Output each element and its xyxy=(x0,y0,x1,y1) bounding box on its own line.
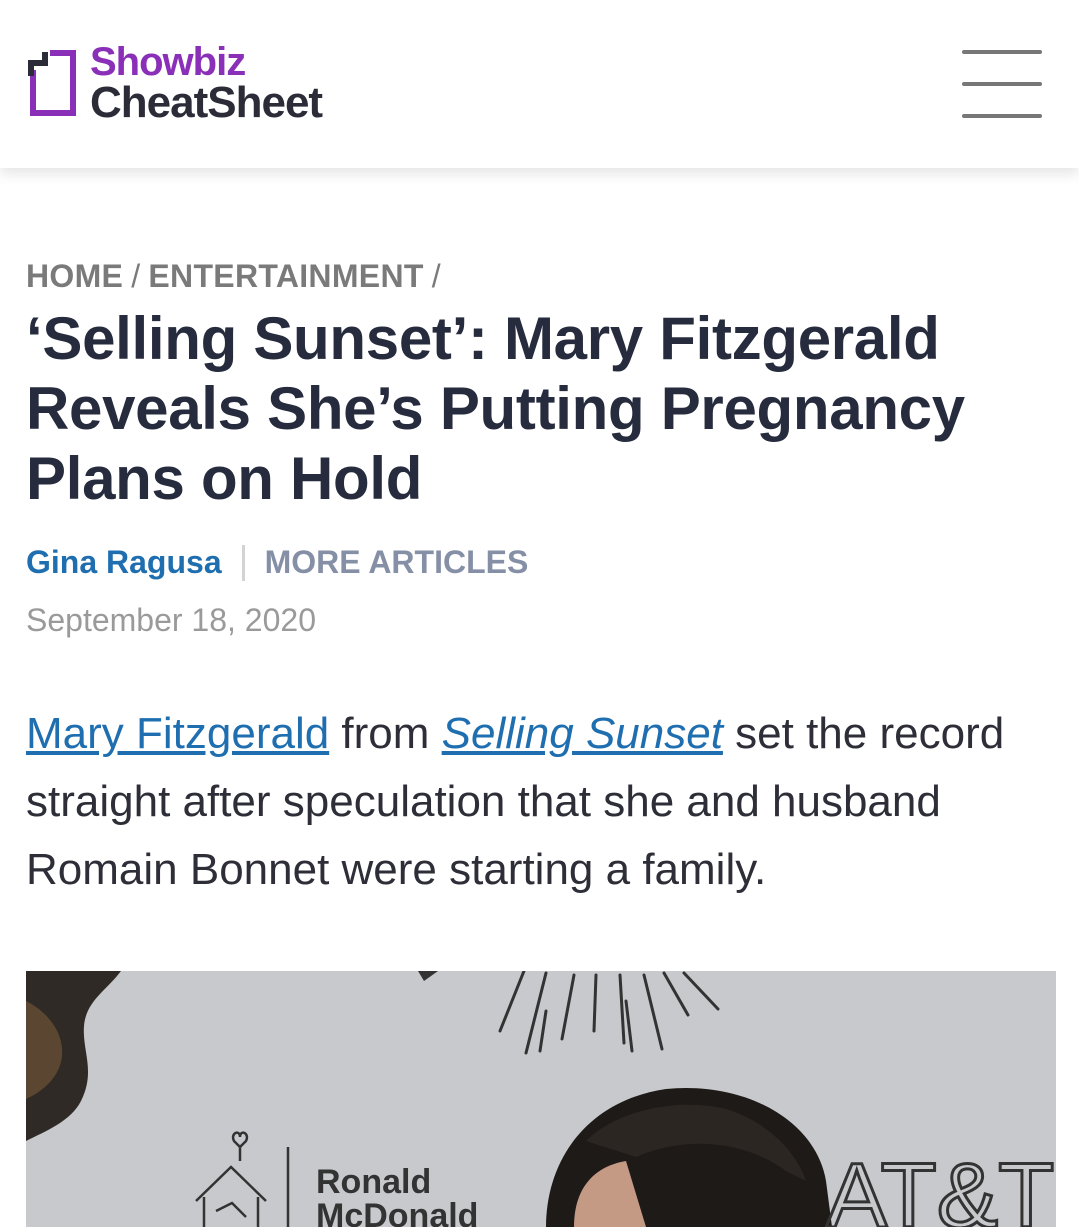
backdrop-text-ronald: Ronald xyxy=(316,1163,431,1201)
mary-fitzgerald-link[interactable]: Mary Fitzgerald xyxy=(26,709,329,758)
article-title: ‘Selling Sunset’: Mary Fitzgerald Reveal… xyxy=(26,305,965,512)
selling-sunset-link[interactable]: Selling Sunset xyxy=(442,709,723,758)
byline-divider xyxy=(241,544,245,581)
site-header: Showbiz CheatSheet xyxy=(0,0,1079,168)
logo-line-cheatsheet: CheatSheet xyxy=(90,78,323,127)
byline: Gina Ragusa MORE ARTICLES xyxy=(26,544,528,583)
article-lead-paragraph: Mary Fitzgerald from Selling Sunset set … xyxy=(26,700,1056,904)
breadcrumb: HOME / ENTERTAINMENT / xyxy=(26,258,449,295)
backdrop-text-mcdonald: McDonald xyxy=(316,1197,478,1227)
more-articles-link[interactable]: MORE ARTICLES xyxy=(265,544,529,580)
site-logo[interactable]: Showbiz CheatSheet xyxy=(26,42,336,126)
logo-line-showbiz: Showbiz xyxy=(90,40,246,84)
breadcrumb-entertainment[interactable]: ENTERTAINMENT xyxy=(148,258,423,294)
breadcrumb-separator: / xyxy=(431,258,441,294)
backdrop-text-att: AT&T xyxy=(826,1145,1054,1227)
hamburger-menu-icon[interactable] xyxy=(962,48,1044,120)
breadcrumb-home[interactable]: HOME xyxy=(26,258,123,294)
logo-mark-icon xyxy=(28,50,76,116)
logo-wordmark: Showbiz CheatSheet xyxy=(90,40,323,127)
breadcrumb-separator: / xyxy=(131,258,141,294)
author-link[interactable]: Gina Ragusa xyxy=(26,544,222,580)
hero-photo-illustration: Ronald McDonald AT&T xyxy=(26,971,1056,1227)
article-hero-image: Ronald McDonald AT&T xyxy=(26,971,1056,1227)
lead-text-1: from xyxy=(329,709,442,758)
publish-date: September 18, 2020 xyxy=(26,602,316,638)
